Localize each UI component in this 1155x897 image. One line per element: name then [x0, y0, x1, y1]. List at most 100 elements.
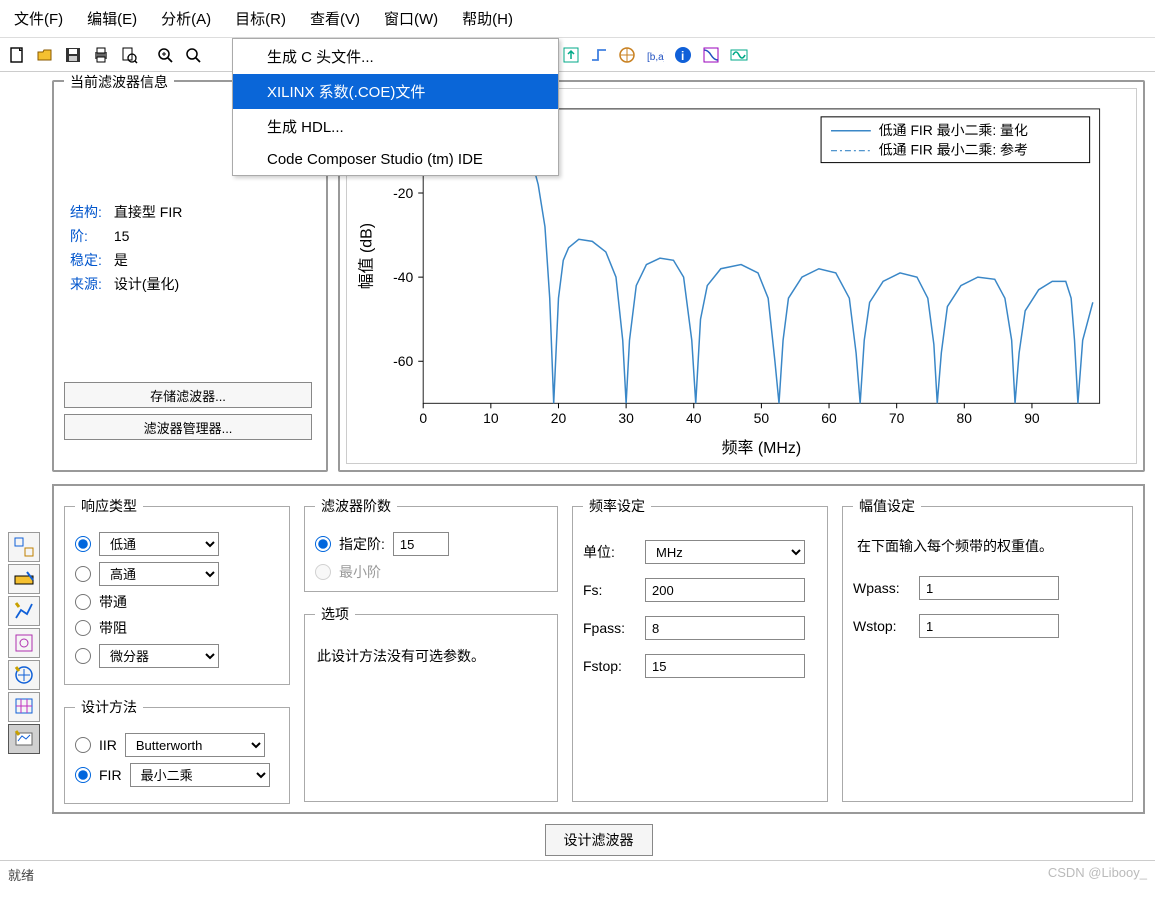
menu-file[interactable]: 文件(F) [2, 4, 75, 33]
svg-text:90: 90 [1024, 410, 1040, 426]
radio-diff[interactable] [75, 648, 91, 664]
fstop-input[interactable] [645, 654, 805, 678]
mag-up-icon[interactable] [558, 42, 584, 68]
round-icon[interactable] [726, 42, 752, 68]
svg-text:频率 (MHz): 频率 (MHz) [722, 439, 802, 457]
palette-btn-2[interactable] [8, 564, 40, 594]
dropdown-gen-hdl[interactable]: 生成 HDL... [233, 109, 558, 144]
radio-highpass[interactable] [75, 566, 91, 582]
wstop-input[interactable] [919, 614, 1059, 638]
svg-text:-40: -40 [393, 269, 413, 285]
info-value-source: 设计(量化) [114, 276, 179, 292]
info-label-source: 来源: [70, 272, 110, 296]
svg-text:-20: -20 [393, 185, 413, 201]
fir-method-select[interactable]: 最小二乘 [130, 763, 270, 787]
new-icon[interactable] [4, 42, 30, 68]
open-icon[interactable] [32, 42, 58, 68]
radio-bandpass[interactable] [75, 594, 91, 610]
radio-lowpass[interactable] [75, 536, 91, 552]
iir-label: IIR [99, 737, 117, 753]
print-icon[interactable] [88, 42, 114, 68]
palette-btn-6[interactable] [8, 692, 40, 722]
response-type-title: 响应类型 [75, 496, 143, 516]
filter-manager-button[interactable]: 滤波器管理器... [64, 414, 312, 440]
info-value-stable: 是 [114, 252, 128, 268]
diff-select[interactable]: 微分器 [99, 644, 219, 668]
svg-text:0: 0 [419, 410, 427, 426]
save-icon[interactable] [60, 42, 86, 68]
quantize-icon[interactable] [698, 42, 724, 68]
menu-target[interactable]: 目标(R) [223, 4, 298, 33]
frequency-spec-group: 频率设定 单位:MHz Fs: Fpass: Fstop: [572, 496, 828, 802]
print-preview-icon[interactable] [116, 42, 142, 68]
magnitude-spec-group: 幅值设定 在下面输入每个频带的权重值。 Wpass: Wstop: [842, 496, 1133, 802]
coeff-icon[interactable]: [b,a] [642, 42, 668, 68]
store-filter-button[interactable]: 存储滤波器... [64, 382, 312, 408]
design-filter-button[interactable]: 设计滤波器 [545, 824, 653, 856]
dropdown-ccs-ide[interactable]: Code Composer Studio (tm) IDE [233, 144, 558, 175]
fstop-label: Fstop: [583, 658, 635, 674]
design-method-group: 设计方法 IIR Butterworth FIR 最小二乘 [64, 697, 290, 804]
dropdown-xilinx-coe[interactable]: XILINX 系数(.COE)文件 [233, 74, 558, 109]
fs-label: Fs: [583, 582, 635, 598]
filter-info-title: 当前滤波器信息 [64, 72, 174, 92]
filter-order-group: 滤波器阶数 指定阶: 最小阶 [304, 496, 558, 592]
iir-method-select[interactable]: Butterworth [125, 733, 265, 757]
menu-window[interactable]: 窗口(W) [372, 4, 450, 33]
dropdown-gen-c-header[interactable]: 生成 C 头文件... [233, 39, 558, 74]
wstop-label: Wstop: [853, 618, 909, 634]
zoom-in-icon[interactable] [152, 42, 178, 68]
step-icon[interactable] [586, 42, 612, 68]
menu-view[interactable]: 查看(V) [298, 4, 372, 33]
wpass-label: Wpass: [853, 580, 909, 596]
pole-zero-icon[interactable] [614, 42, 640, 68]
info-label-structure: 结构: [70, 200, 110, 224]
magnitude-spec-title: 幅值设定 [853, 496, 921, 516]
info-value-order: 15 [114, 228, 130, 244]
svg-text:10: 10 [483, 410, 499, 426]
bandstop-label: 带阻 [99, 618, 127, 638]
min-order-label: 最小阶 [339, 562, 381, 582]
status-bar: 就绪 CSDN @Libooy_ [0, 860, 1155, 888]
svg-text:[b,a]: [b,a] [647, 52, 664, 63]
palette-btn-1[interactable] [8, 532, 40, 562]
info-label-order: 阶: [70, 224, 110, 248]
palette-btn-5[interactable] [8, 660, 40, 690]
fpass-input[interactable] [645, 616, 805, 640]
svg-text:60: 60 [821, 410, 837, 426]
order-input[interactable] [393, 532, 449, 556]
info-icon[interactable]: i [670, 42, 696, 68]
fpass-label: Fpass: [583, 620, 635, 636]
radio-iir[interactable] [75, 737, 91, 753]
options-text: 此设计方法没有可选参数。 [315, 634, 547, 678]
lowpass-select[interactable]: 低通 [99, 532, 219, 556]
options-group: 选项 此设计方法没有可选参数。 [304, 604, 558, 802]
menu-help[interactable]: 帮助(H) [450, 4, 525, 33]
fs-input[interactable] [645, 578, 805, 602]
filter-order-title: 滤波器阶数 [315, 496, 397, 516]
unit-select[interactable]: MHz [645, 540, 805, 564]
svg-text:低通 FIR 最小二乘: 参考: 低通 FIR 最小二乘: 参考 [879, 142, 1028, 158]
menu-edit[interactable]: 编辑(E) [75, 4, 149, 33]
menu-analysis[interactable]: 分析(A) [149, 4, 223, 33]
radio-min-order [315, 564, 331, 580]
palette-btn-4[interactable] [8, 628, 40, 658]
design-panel: 响应类型 低通 高通 带通 带阻 微分器 设计方法 IIR Butterwort… [52, 484, 1145, 814]
palette-btn-3[interactable] [8, 596, 40, 626]
svg-text:80: 80 [957, 410, 973, 426]
bandpass-label: 带通 [99, 592, 127, 612]
highpass-select[interactable]: 高通 [99, 562, 219, 586]
radio-specify-order[interactable] [315, 536, 331, 552]
svg-text:i: i [681, 49, 684, 63]
svg-text:40: 40 [686, 410, 702, 426]
radio-bandstop[interactable] [75, 620, 91, 636]
wpass-input[interactable] [919, 576, 1059, 600]
toolbar: [b,a] i [0, 38, 1155, 72]
frequency-spec-title: 频率设定 [583, 496, 651, 516]
watermark: CSDN @Libooy_ [1048, 865, 1147, 884]
zoom-x-icon[interactable] [180, 42, 206, 68]
palette-btn-7[interactable] [8, 724, 40, 754]
radio-fir[interactable] [75, 767, 91, 783]
svg-text:50: 50 [754, 410, 770, 426]
mag-hint: 在下面输入每个频带的权重值。 [853, 526, 1122, 562]
